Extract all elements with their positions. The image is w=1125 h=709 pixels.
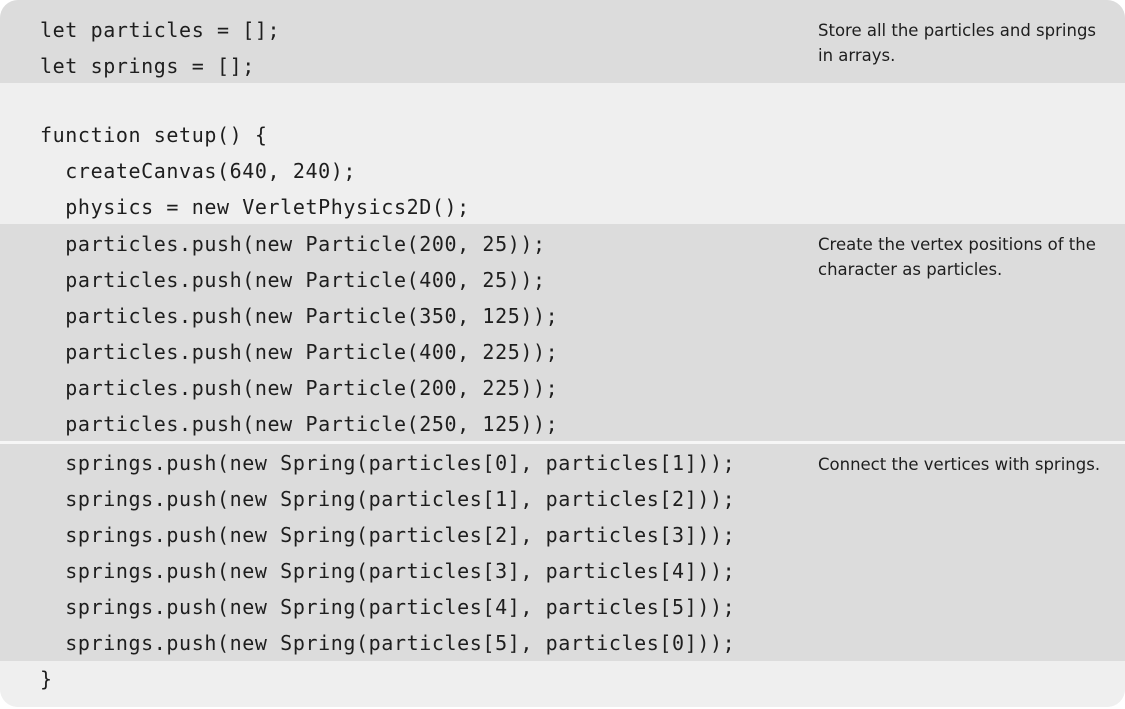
annotation-vertex-positions: Create the vertex positions of the chara…	[818, 235, 1096, 279]
code-panel: let particles = []; let springs = []; fu…	[0, 0, 1125, 707]
code-line: particles.push(new Particle(400, 225));	[40, 340, 559, 364]
code-line: springs.push(new Spring(particles[1], pa…	[40, 487, 736, 511]
code-line: }	[40, 667, 53, 691]
closing-section	[0, 661, 1125, 707]
code-line: createCanvas(640, 240);	[40, 159, 357, 183]
code-line: springs.push(new Spring(particles[4], pa…	[40, 595, 736, 619]
annotation-store-arrays: Store all the particles and springs in a…	[818, 21, 1097, 65]
code-line: springs.push(new Spring(particles[3], pa…	[40, 559, 736, 583]
code-line: particles.push(new Particle(200, 225));	[40, 376, 559, 400]
code-line: function setup() {	[40, 123, 268, 147]
code-line: let particles = [];	[40, 18, 281, 42]
code-line: springs.push(new Spring(particles[2], pa…	[40, 523, 736, 547]
code-line: let springs = [];	[40, 54, 255, 78]
annotation-connect-springs: Connect the vertices with springs.	[818, 455, 1101, 474]
code-line: particles.push(new Particle(250, 125));	[40, 412, 559, 436]
code-line: physics = new VerletPhysics2D();	[40, 195, 470, 219]
code-line: springs.push(new Spring(particles[5], pa…	[40, 631, 736, 655]
code-line: springs.push(new Spring(particles[0], pa…	[40, 451, 736, 475]
code-line: particles.push(new Particle(200, 25));	[40, 232, 546, 256]
code-line: particles.push(new Particle(350, 125));	[40, 304, 559, 328]
code-line: particles.push(new Particle(400, 25));	[40, 268, 546, 292]
